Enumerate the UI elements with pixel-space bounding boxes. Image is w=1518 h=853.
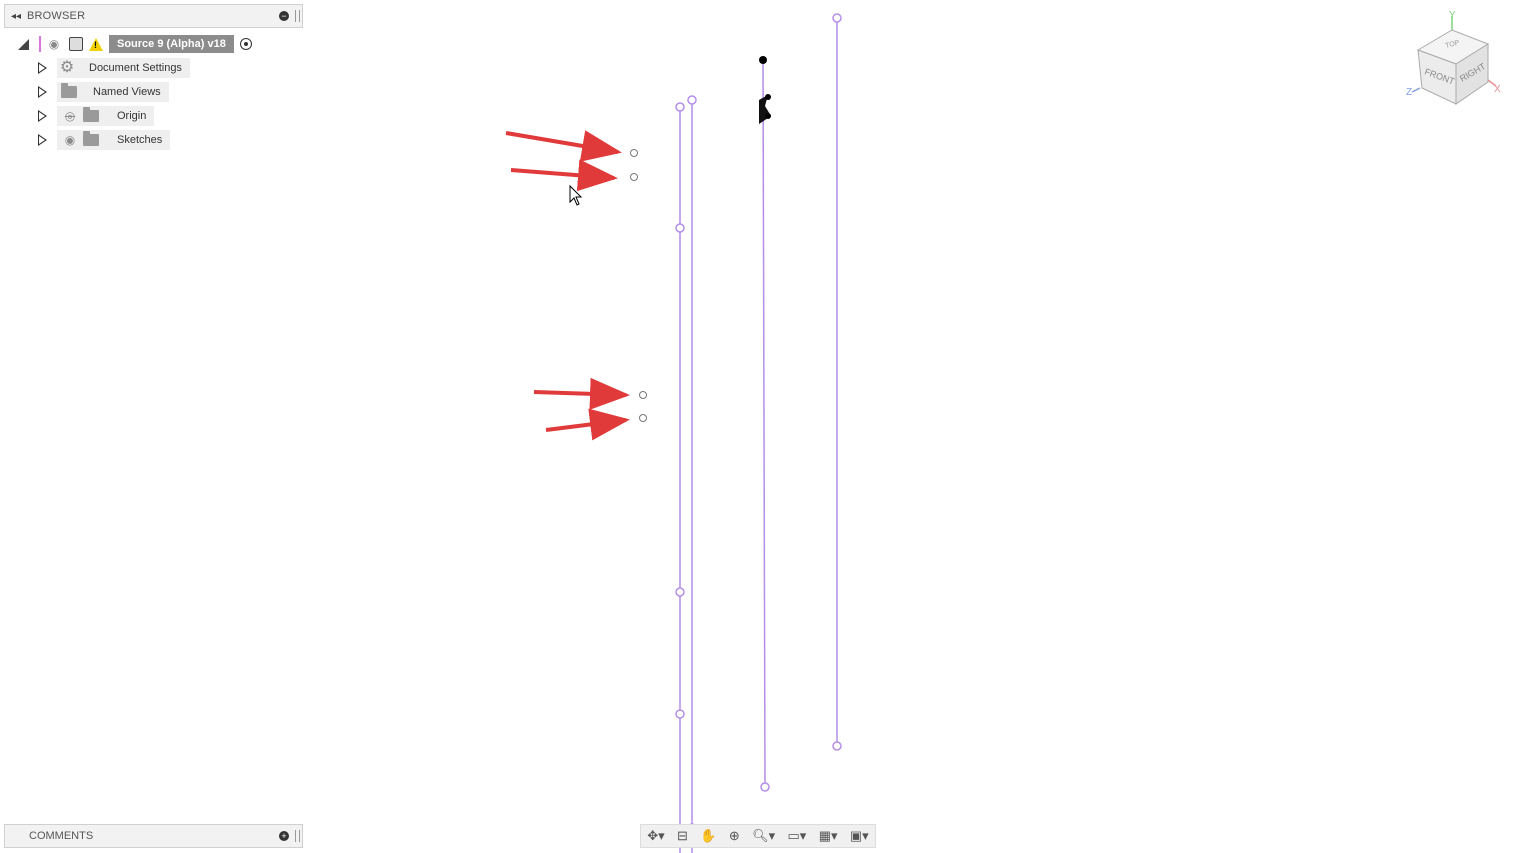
construction-point[interactable] (639, 414, 647, 422)
annotation-arrow (545, 408, 630, 441)
annotation-arrow (505, 130, 622, 162)
viewcube-axis-y: Y (1449, 10, 1456, 21)
display-settings-icon[interactable]: ▭▾ (788, 828, 807, 844)
sketch-constraint-glyph[interactable] (759, 56, 771, 124)
look-at-icon[interactable]: ⊟ (677, 828, 688, 844)
sketch-point[interactable] (675, 102, 685, 112)
design-viewport[interactable] (0, 0, 1518, 853)
comments-panel[interactable]: COMMENTS + (4, 824, 303, 848)
annotation-arrow (533, 377, 630, 410)
comments-resize-grip[interactable] (295, 830, 300, 842)
sketch-point[interactable] (832, 741, 842, 751)
construction-point[interactable] (630, 149, 638, 157)
sketch-lines[interactable] (679, 18, 838, 853)
construction-points[interactable] (630, 149, 647, 422)
sketch-point[interactable] (675, 223, 685, 233)
construction-point[interactable] (630, 173, 638, 181)
add-comment-button[interactable]: + (279, 831, 289, 841)
construction-point[interactable] (639, 391, 647, 399)
navigation-toolbar: ✥▾ ⊟ ✋ ⊕ 🔍︎▾ ▭▾ ▦▾ ▣▾ (640, 824, 876, 848)
sketch-line[interactable] (762, 61, 766, 788)
sketch-point[interactable] (760, 782, 770, 792)
sketch-point[interactable] (687, 95, 697, 105)
grid-settings-icon[interactable]: ▦▾ (819, 828, 838, 844)
sketch-point[interactable] (675, 709, 685, 719)
sketch-point[interactable] (832, 13, 842, 23)
comments-title: COMMENTS (29, 830, 94, 842)
annotation-arrow (510, 159, 618, 192)
viewcube-axis-x: X (1494, 84, 1501, 95)
fit-icon[interactable]: 🔍︎▾ (752, 828, 775, 844)
orbit-icon[interactable]: ✥▾ (647, 828, 664, 844)
viewcube-axis-z: Z (1406, 87, 1412, 98)
sketch-points[interactable] (675, 13, 842, 831)
viewports-icon[interactable]: ▣▾ (850, 828, 869, 844)
pan-icon[interactable]: ✋ (700, 828, 716, 844)
viewcube[interactable]: Y Z X TOP FRONT RIGHT (1400, 8, 1510, 118)
zoom-icon[interactable]: ⊕ (729, 828, 740, 844)
mouse-cursor-icon (569, 184, 583, 206)
sketch-point[interactable] (675, 587, 685, 597)
annotation-arrows (505, 130, 630, 441)
